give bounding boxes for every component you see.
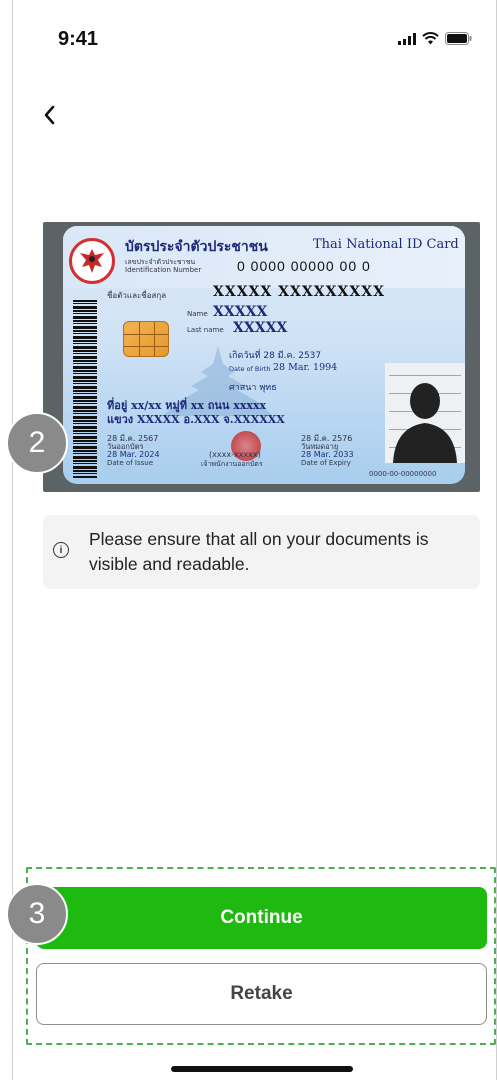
id-label-english: Identification Number <box>125 266 202 274</box>
status-bar: 9:41 <box>0 0 497 80</box>
officer-id: (xxxx-xxxxx) <box>209 450 261 459</box>
notice-box: i Please ensure that all on your documen… <box>43 515 480 589</box>
officer-label: เจ้าพนักงานออกบัตร <box>201 460 263 468</box>
back-button[interactable] <box>34 100 64 130</box>
annotation-badge-3: 3 <box>6 883 68 945</box>
dob-english: 28 Mar. 1994 <box>273 362 338 373</box>
garuda-emblem-icon <box>69 238 115 284</box>
status-time: 9:41 <box>58 28 99 50</box>
expiry-label-english: Date of Expiry <box>301 459 351 467</box>
card-title-english: Thai National ID Card <box>313 237 459 252</box>
person-silhouette-icon <box>393 383 457 463</box>
photo-code: 0000-00-00000000 <box>369 470 437 478</box>
chevron-left-icon <box>44 105 55 125</box>
name-en-label: Name <box>187 310 208 318</box>
issue-label-english: Date of Issue <box>107 459 154 467</box>
battery-icon <box>445 32 472 45</box>
status-icons <box>398 32 472 45</box>
expiry-date-english: 28 Mar. 2033 <box>301 450 354 459</box>
notice-text: Please ensure that all on your documents… <box>89 529 429 574</box>
lastname-label: Last name <box>187 326 224 334</box>
id-card: บัตรประจำตัวประชาชน Thai National ID Car… <box>63 226 465 484</box>
issue-date-english: 28 Mar. 2024 <box>107 450 160 459</box>
id-card-photo: บัตรประจำตัวประชาชน Thai National ID Car… <box>43 222 480 492</box>
religion: ศาสนา พุทธ <box>229 383 277 393</box>
barcode <box>73 300 97 478</box>
annotation-badge-2: 2 <box>6 412 68 474</box>
lastname-english: XXXXX <box>233 320 288 336</box>
wifi-icon <box>422 32 439 45</box>
name-label-thai: ชื่อตัวและชื่อสกุล <box>107 291 167 300</box>
continue-button[interactable]: Continue <box>36 887 487 949</box>
retake-button[interactable]: Retake <box>36 963 487 1025</box>
signal-icon <box>398 32 416 45</box>
card-title-thai: บัตรประจำตัวประชาชน <box>125 239 268 255</box>
holder-photo <box>385 363 465 463</box>
info-icon: i <box>53 542 69 558</box>
name-thai: XXXXX XXXXXXXXX <box>213 284 385 300</box>
id-number: 0 0000 00000 00 0 <box>237 258 371 274</box>
home-indicator <box>171 1066 353 1072</box>
address-line-2: แขวง XXXXX อ.XXX จ.XXXXXX <box>107 413 285 426</box>
name-english: XXXXX <box>213 304 268 320</box>
